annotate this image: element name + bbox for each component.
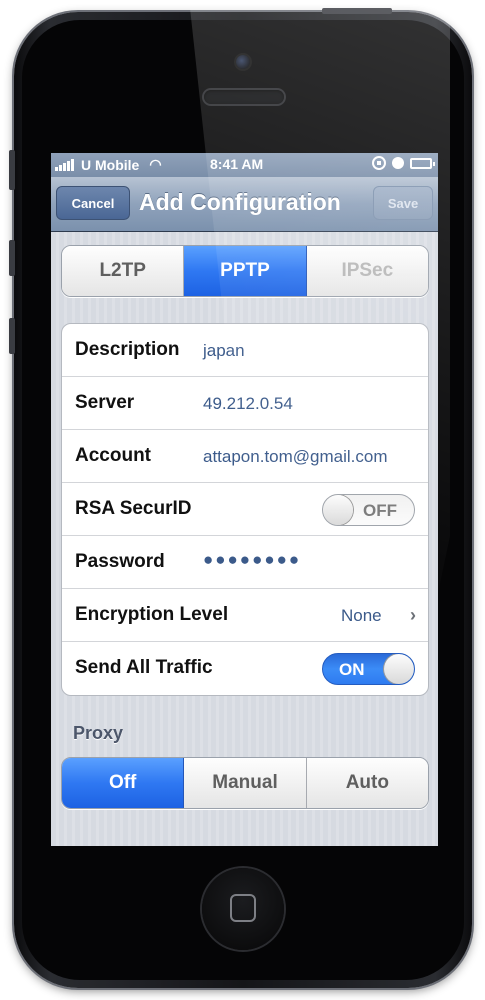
mute-switch — [9, 150, 15, 190]
proxy-section-header: Proxy — [73, 723, 124, 743]
status-icons — [372, 156, 435, 170]
server-field[interactable]: 49.212.0.54 — [203, 394, 293, 414]
segment-l2tp[interactable]: L2TP — [62, 246, 185, 296]
encryption-level-value: None — [341, 606, 382, 625]
page-title: Add Configuration — [139, 189, 341, 215]
description-label: Description — [75, 339, 180, 360]
content-area: L2TP PPTP IPSec Description japan Server… — [51, 232, 438, 846]
sleep-button — [322, 8, 392, 14]
alarm-clock-icon — [392, 157, 404, 169]
send-all-traffic-toggle[interactable]: ON — [322, 653, 415, 685]
rsa-securid-toggle[interactable]: OFF — [322, 494, 415, 526]
segment-ipsec[interactable]: IPSec — [306, 246, 428, 296]
proxy-off-segment[interactable]: Off — [62, 758, 185, 808]
description-field[interactable]: japan — [203, 341, 245, 361]
status-time: 8:41 AM — [210, 156, 264, 172]
server-row[interactable]: Server 49.212.0.54 — [62, 377, 428, 430]
password-row[interactable]: Password ●●●●●●●● — [62, 536, 428, 589]
send-all-traffic-label: Send All Traffic — [75, 657, 213, 678]
toggle-knob — [323, 495, 353, 525]
status-carrier: U Mobile ◠ — [55, 156, 162, 173]
description-row[interactable]: Description japan — [62, 324, 428, 377]
account-label: Account — [75, 445, 151, 466]
wifi-icon: ◠ — [149, 156, 162, 172]
toggle-knob — [384, 654, 414, 684]
rsa-securid-row: RSA SecurID OFF — [62, 483, 428, 536]
encryption-level-label: Encryption Level — [75, 604, 229, 625]
account-row[interactable]: Account attapon.tom@gmail.com — [62, 430, 428, 483]
encryption-level-row[interactable]: Encryption Level None › — [62, 589, 428, 642]
save-button[interactable]: Save — [373, 186, 433, 220]
rotation-lock-icon — [372, 156, 386, 170]
send-all-traffic-row: Send All Traffic ON — [62, 642, 428, 695]
password-label: Password — [75, 551, 165, 572]
password-field[interactable]: ●●●●●●●● — [203, 550, 301, 570]
screen: U Mobile ◠ 8:41 AM Cancel Add Configurat… — [51, 153, 438, 846]
battery-icon — [410, 157, 435, 169]
settings-group: Description japan Server 49.212.0.54 Acc… — [61, 323, 429, 696]
navigation-bar: Cancel Add Configuration Save — [51, 177, 438, 232]
segment-pptp[interactable]: PPTP — [184, 246, 307, 296]
proxy-auto-segment[interactable]: Auto — [306, 758, 428, 808]
account-field[interactable]: attapon.tom@gmail.com — [203, 447, 388, 467]
rsa-securid-label: RSA SecurID — [75, 498, 192, 519]
toggle-state: OFF — [363, 501, 397, 520]
cancel-button[interactable]: Cancel — [56, 186, 130, 220]
status-bar: U Mobile ◠ 8:41 AM — [51, 153, 438, 177]
home-button-icon — [230, 894, 256, 922]
vpn-type-selector: L2TP PPTP IPSec — [61, 245, 429, 297]
toggle-state: ON — [339, 660, 365, 679]
proxy-manual-segment[interactable]: Manual — [184, 758, 307, 808]
proxy-selector: Off Manual Auto — [61, 757, 429, 809]
signal-icon — [55, 158, 77, 171]
volume-up-button — [9, 240, 15, 276]
earpiece-speaker — [204, 90, 284, 104]
carrier-name: U Mobile — [81, 156, 140, 173]
server-label: Server — [75, 392, 135, 413]
volume-down-button — [9, 318, 15, 354]
chevron-right-icon: › — [410, 605, 416, 625]
front-camera — [236, 55, 250, 69]
